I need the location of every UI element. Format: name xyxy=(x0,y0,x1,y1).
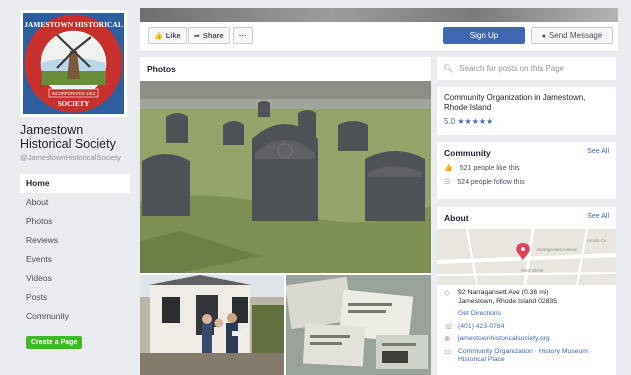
page-category[interactable]: Community Organization in Jamestown, Rho… xyxy=(444,93,609,113)
photo-group[interactable] xyxy=(140,275,284,375)
nav-item-photos[interactable]: Photos xyxy=(20,212,130,231)
photos-card: Photos xyxy=(140,57,431,375)
nav-item-about[interactable]: About xyxy=(20,193,130,212)
rss-icon: ☰ xyxy=(444,179,451,186)
send-message-label: Send Message xyxy=(548,31,603,40)
nav-item-reviews[interactable]: Reviews xyxy=(20,231,130,250)
category-icon: ▭ xyxy=(444,346,452,356)
community-title[interactable]: Community xyxy=(444,148,491,158)
address-row: ◇ 92 Narragansett Ave (0.36 mi) Jamestow… xyxy=(444,288,609,319)
profile-picture[interactable]: JAMESTOWN HISTORICAL SOCIETY INCORPORATE… xyxy=(20,10,127,117)
search-placeholder: Search for posts on this Page xyxy=(459,64,565,73)
address-line-1: 92 Narragansett Ave (0.36 mi) xyxy=(458,289,549,296)
nav-item-events[interactable]: Events xyxy=(20,250,130,269)
website-row: ⊕ jamestownhistoricalsociety.org xyxy=(444,334,609,344)
nav-item-home[interactable]: Home xyxy=(20,174,130,193)
categories-row: ▭ Community Organization · History Museu… xyxy=(444,346,609,365)
nav-item-posts[interactable]: Posts xyxy=(20,288,130,307)
send-message-button[interactable]: ● Send Message xyxy=(531,27,613,44)
documents-image xyxy=(286,275,431,375)
share-arrow-icon: ➦ xyxy=(194,33,200,40)
map-image: Narragansett Avenue West Street Arnold C… xyxy=(437,229,616,285)
follows-row: ☰ 524 people follow this xyxy=(444,178,609,186)
map-street-label: Arnold Cv xyxy=(587,238,607,243)
community-see-all-link[interactable]: See All xyxy=(587,148,609,158)
like-button[interactable]: 👍 Like xyxy=(148,27,187,44)
likes-count: 521 people like this xyxy=(459,165,520,172)
search-box[interactable]: 🔍︎ Search for posts on this Page xyxy=(437,57,616,80)
nav-item-community[interactable]: Community xyxy=(20,307,130,326)
page-title[interactable]: Jamestown Historical Society xyxy=(20,123,138,151)
photo-documents[interactable] xyxy=(286,275,431,375)
facebook-page: JAMESTOWN HISTORICAL SOCIETY INCORPORATE… xyxy=(0,0,631,375)
website-link[interactable]: jamestownhistoricalsociety.org xyxy=(458,335,550,344)
messenger-icon: ● xyxy=(541,33,546,40)
community-card: Community See All 👍 521 people like this … xyxy=(437,142,616,199)
about-title[interactable]: About xyxy=(444,213,469,223)
logo-incorporated: INCORPORATED 1912 xyxy=(52,91,97,96)
thumbs-up-icon: 👍 xyxy=(154,33,163,40)
rating-value: 5.0 xyxy=(444,117,456,126)
get-directions-link[interactable]: Get Directions xyxy=(458,310,557,319)
logo-text-top: JAMESTOWN HISTORICAL xyxy=(24,20,123,29)
page-info-card: Community Organization in Jamestown, Rho… xyxy=(437,87,616,135)
map-street-label: Narragansett Avenue xyxy=(537,247,578,252)
share-button[interactable]: ➦ Share xyxy=(188,27,230,44)
society-logo: JAMESTOWN HISTORICAL SOCIETY INCORPORATE… xyxy=(24,14,123,113)
page-nav: Home About Photos Reviews Events Videos … xyxy=(20,174,130,326)
action-bar: 👍 Like ➦ Share ··· Sign Up ● Send Message xyxy=(140,22,618,52)
search-icon: 🔍︎ xyxy=(443,64,454,73)
gravestones-image xyxy=(140,81,431,273)
categories-link[interactable]: Community Organization · History Museum … xyxy=(458,348,609,365)
about-card: About See All Narragansett Avenue West S… xyxy=(437,207,616,375)
photos-title[interactable]: Photos xyxy=(140,57,431,81)
share-label: Share xyxy=(202,31,224,40)
create-page-button[interactable]: Create a Page xyxy=(26,336,83,349)
phone-icon: ☏ xyxy=(444,321,454,331)
follows-count: 524 people follow this xyxy=(457,179,525,186)
more-button[interactable]: ··· xyxy=(233,27,253,44)
rating-stars-icon: ★★★★★ xyxy=(457,117,494,126)
about-see-all-link[interactable]: See All xyxy=(587,213,609,223)
sign-up-button[interactable]: Sign Up xyxy=(443,27,525,44)
photo-gravestones[interactable] xyxy=(140,81,431,273)
globe-icon: ⊕ xyxy=(444,334,451,343)
location-map[interactable]: Narragansett Avenue West Street Arnold C… xyxy=(437,229,616,285)
likes-row: 👍 521 people like this xyxy=(444,164,609,172)
page-handle[interactable]: @JamestownHistoricalSociety xyxy=(20,153,138,162)
location-icon: ◇ xyxy=(444,288,450,297)
logo-text-bottom: SOCIETY xyxy=(58,100,90,108)
phone-link[interactable]: (401) 423-0784 xyxy=(458,323,504,332)
address-line-2: Jamestown, Rhode Island 02835 xyxy=(458,297,557,305)
like-label: Like xyxy=(165,31,181,40)
phone-row: ☏ (401) 423-0784 xyxy=(444,321,609,332)
cover-photo[interactable] xyxy=(140,8,618,22)
nav-item-videos[interactable]: Videos xyxy=(20,269,130,288)
map-street-label: West Street xyxy=(521,268,544,273)
rating[interactable]: 5.0 ★★★★★ xyxy=(444,117,609,127)
thumbs-up-icon: 👍 xyxy=(444,165,453,172)
group-photo-image xyxy=(140,275,284,375)
left-column: JAMESTOWN HISTORICAL SOCIETY INCORPORATE… xyxy=(20,10,138,349)
